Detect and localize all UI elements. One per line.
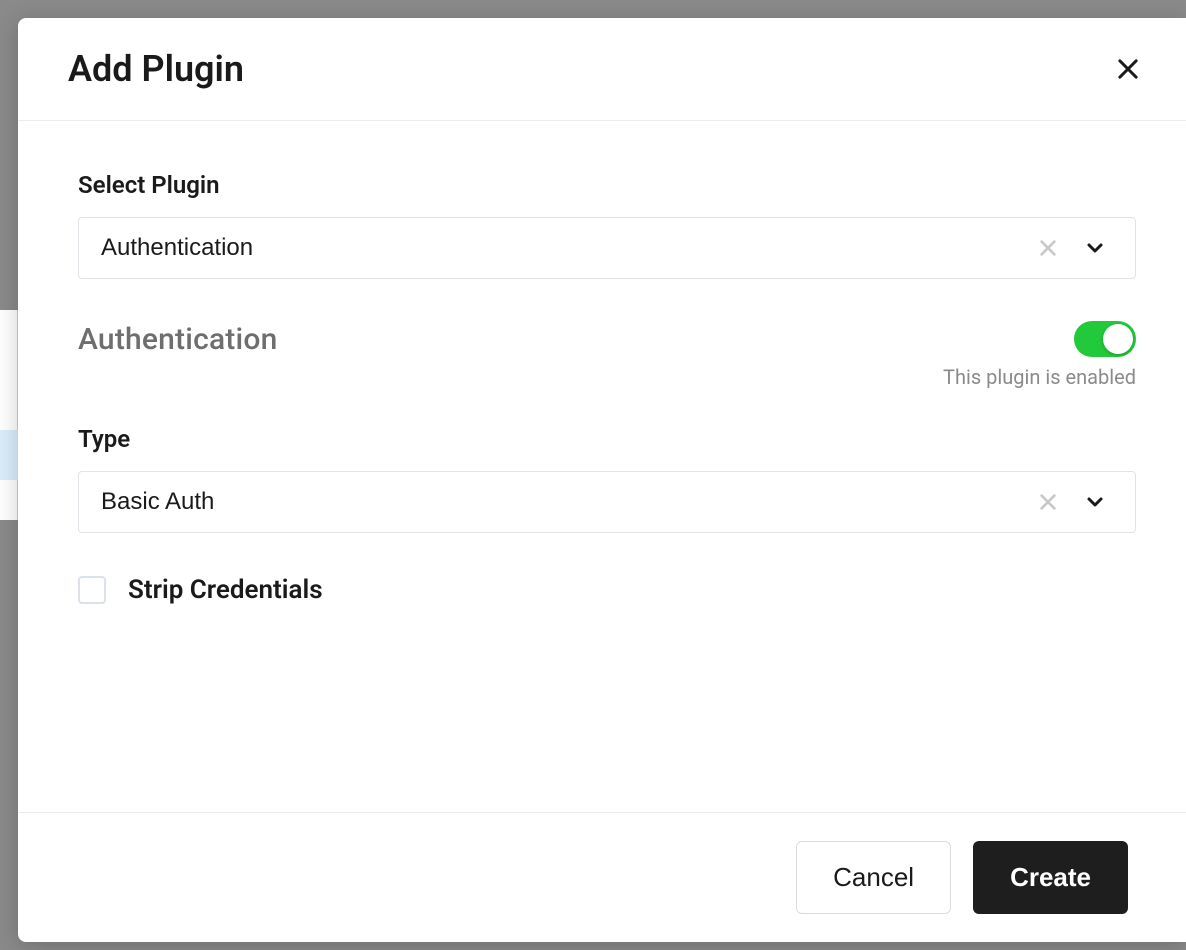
plugin-dropdown-toggle[interactable]: [1083, 236, 1107, 260]
strip-credentials-row: Strip Credentials: [78, 575, 1136, 605]
select-plugin-field: Select Plugin: [78, 171, 1136, 279]
select-controls: [1037, 490, 1135, 514]
plugin-enabled-toggle[interactable]: [1074, 321, 1136, 357]
modal-footer: Cancel Create: [18, 812, 1186, 942]
close-icon: [1114, 55, 1142, 83]
strip-credentials-checkbox[interactable]: [78, 576, 106, 604]
x-icon: [1037, 491, 1059, 513]
x-icon: [1037, 237, 1059, 259]
chevron-down-icon: [1083, 490, 1107, 514]
plugin-section-title: Authentication: [78, 322, 277, 357]
modal-body: Select Plugin: [18, 121, 1186, 812]
select-plugin-value[interactable]: [79, 218, 1037, 278]
plugin-section-header: Authentication: [78, 321, 1136, 357]
add-plugin-modal: Add Plugin Select Plugin: [18, 18, 1186, 942]
select-controls: [1037, 236, 1135, 260]
cancel-button[interactable]: Cancel: [796, 841, 951, 914]
background-fragment: [0, 310, 18, 520]
background-fragment-highlight: [0, 430, 18, 480]
type-label: Type: [78, 425, 1136, 453]
select-plugin-label: Select Plugin: [78, 171, 1136, 199]
toggle-knob: [1103, 324, 1133, 354]
type-value[interactable]: [79, 472, 1037, 532]
type-dropdown[interactable]: [78, 471, 1136, 533]
select-plugin-dropdown[interactable]: [78, 217, 1136, 279]
create-button[interactable]: Create: [973, 841, 1128, 914]
clear-type-button[interactable]: [1037, 491, 1059, 513]
plugin-enabled-caption: This plugin is enabled: [78, 365, 1136, 389]
modal-header: Add Plugin: [18, 18, 1186, 121]
modal-title: Add Plugin: [68, 48, 244, 90]
clear-plugin-button[interactable]: [1037, 237, 1059, 259]
chevron-down-icon: [1083, 236, 1107, 260]
strip-credentials-label: Strip Credentials: [128, 575, 323, 605]
type-dropdown-toggle[interactable]: [1083, 490, 1107, 514]
close-button[interactable]: [1110, 51, 1146, 87]
type-field: Type: [78, 425, 1136, 533]
